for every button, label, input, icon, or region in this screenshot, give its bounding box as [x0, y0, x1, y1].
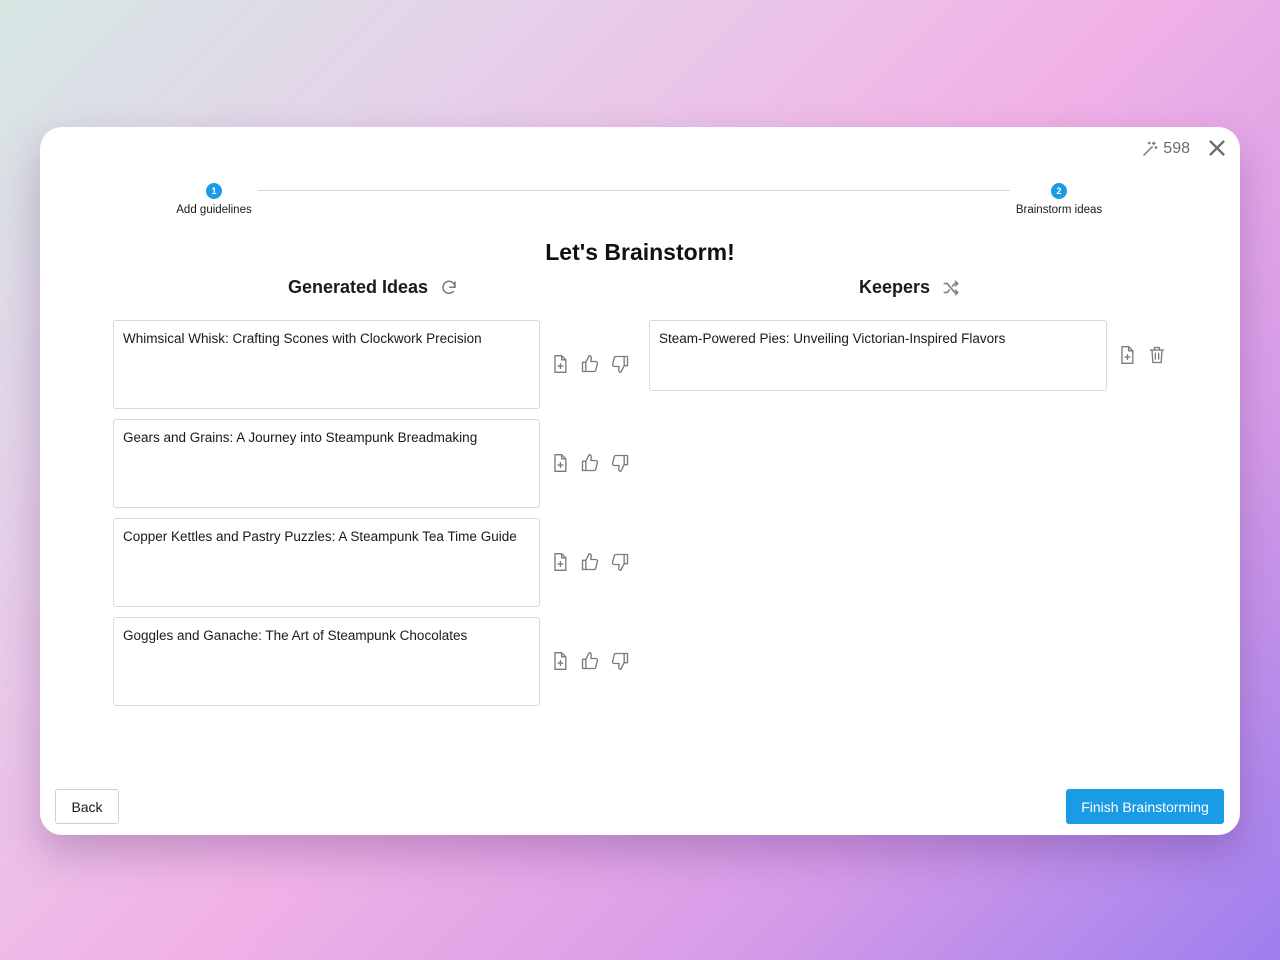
stepper-line	[258, 190, 1010, 191]
step-number: 1	[206, 183, 222, 199]
credits-counter: 598	[1141, 140, 1190, 158]
step-label: Add guidelines	[176, 204, 252, 216]
idea-actions	[550, 453, 630, 473]
keeper-text: Steam-Powered Pies: Unveiling Victorian-…	[659, 331, 1006, 346]
idea-actions	[550, 552, 630, 572]
credits-value: 598	[1163, 140, 1190, 157]
thumbs-down-icon[interactable]	[610, 453, 630, 473]
keepers-header: Keepers	[859, 277, 960, 298]
add-document-icon[interactable]	[550, 552, 570, 572]
finish-brainstorming-button[interactable]: Finish Brainstorming	[1066, 789, 1224, 824]
idea-actions	[550, 354, 630, 374]
idea-card[interactable]: Gears and Grains: A Journey into Steampu…	[113, 419, 540, 508]
step-label: Brainstorm ideas	[1015, 204, 1103, 216]
idea-text: Whimsical Whisk: Crafting Scones with Cl…	[123, 331, 482, 346]
page-title: Let's Brainstorm!	[545, 239, 735, 265]
stepper: 1 Add guidelines 2 Brainstorm ideas	[40, 183, 1240, 223]
trash-icon[interactable]	[1147, 345, 1167, 365]
idea-text: Gears and Grains: A Journey into Steampu…	[123, 430, 478, 445]
close-icon[interactable]	[1206, 137, 1228, 159]
idea-text: Copper Kettles and Pastry Puzzles: A Ste…	[123, 529, 517, 544]
thumbs-down-icon[interactable]	[610, 651, 630, 671]
idea-card[interactable]: Copper Kettles and Pastry Puzzles: A Ste…	[113, 518, 540, 607]
generated-ideas-heading: Generated Ideas	[288, 277, 429, 297]
thumbs-up-icon[interactable]	[580, 651, 600, 671]
idea-card[interactable]: Whimsical Whisk: Crafting Scones with Cl…	[113, 320, 540, 409]
back-button[interactable]: Back	[55, 789, 119, 824]
shuffle-icon[interactable]	[942, 279, 960, 297]
idea-actions	[550, 651, 630, 671]
add-document-icon[interactable]	[550, 453, 570, 473]
thumbs-up-icon[interactable]	[580, 552, 600, 572]
thumbs-down-icon[interactable]	[610, 354, 630, 374]
add-document-icon[interactable]	[1117, 345, 1137, 365]
idea-card[interactable]: Goggles and Ganache: The Art of Steampun…	[113, 617, 540, 706]
refresh-icon[interactable]	[440, 279, 458, 297]
step-brainstorm-ideas[interactable]: 2 Brainstorm ideas	[1006, 183, 1112, 216]
keepers-heading: Keepers	[859, 277, 931, 297]
thumbs-down-icon[interactable]	[610, 552, 630, 572]
step-add-guidelines[interactable]: 1 Add guidelines	[174, 183, 254, 216]
brainstorm-modal: 598 1 Add guidelines 2 Brainstorm ideas …	[40, 127, 1240, 835]
step-number: 2	[1051, 183, 1067, 199]
generated-ideas-header: Generated Ideas	[288, 277, 458, 298]
add-document-icon[interactable]	[550, 354, 570, 374]
keeper-card[interactable]: Steam-Powered Pies: Unveiling Victorian-…	[649, 320, 1107, 391]
thumbs-up-icon[interactable]	[580, 354, 600, 374]
thumbs-up-icon[interactable]	[580, 453, 600, 473]
magic-wand-icon	[1143, 141, 1158, 156]
add-document-icon[interactable]	[550, 651, 570, 671]
keeper-actions	[1117, 345, 1167, 365]
idea-text: Goggles and Ganache: The Art of Steampun…	[123, 628, 468, 643]
